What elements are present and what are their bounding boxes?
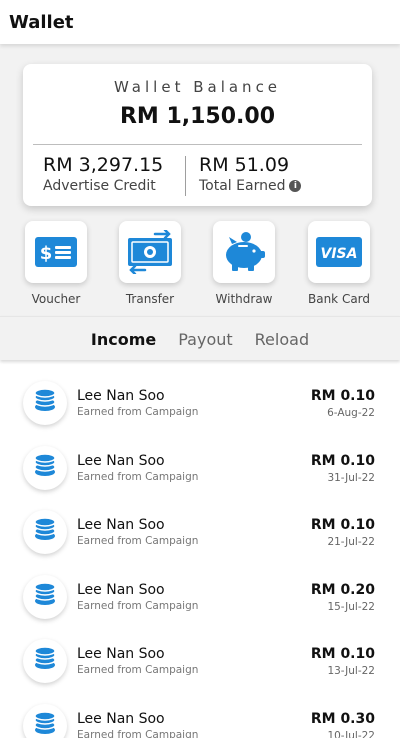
transaction-row[interactable]: Lee Nan Soo Earned from Campaign RM 0.10 6-…	[0, 373, 400, 438]
transaction-amount: RM 0.20	[310, 581, 375, 598]
coins-avatar	[23, 381, 67, 425]
transaction-row[interactable]: Lee Nan Soo Earned from Campaign RM 0.20 15…	[0, 567, 400, 632]
wallet-balance-card: Wallet Balance RM 1,150.00 RM 3,297.15 A…	[23, 64, 372, 206]
transaction-name: Lee Nan Soo	[77, 452, 165, 469]
transaction-description: Earned from Campaign	[77, 599, 199, 612]
transfer-icon	[128, 230, 172, 274]
transfer-label: Transfer	[125, 292, 175, 306]
coins-avatar	[23, 574, 67, 619]
svg-text:$: $	[40, 243, 53, 264]
wallet-actions: $ Voucher Transfer Withdraw VISA Bank Ca…	[0, 221, 400, 311]
coins-icon	[32, 517, 58, 547]
tab-income[interactable]: Income	[91, 328, 156, 349]
transaction-description: Earned from Campaign	[77, 728, 199, 738]
divider	[185, 156, 186, 196]
total-earned-label: Total Earned	[199, 178, 286, 194]
transaction-date: 10-Jul-22	[327, 729, 375, 738]
advertise-credit-label: Advertise Credit	[43, 178, 156, 194]
transaction-date: 13-Jul-22	[327, 665, 375, 677]
coins-icon	[32, 710, 58, 738]
transaction-date: 6-Aug-22	[327, 407, 375, 419]
transaction-name: Lee Nan Soo	[77, 388, 165, 404]
visa-card-icon: VISA	[316, 237, 362, 267]
total-earned-amount: RM 51.09	[199, 154, 290, 176]
transaction-date: 31-Jul-22	[327, 471, 375, 484]
coins-avatar	[23, 445, 67, 490]
info-icon[interactable]: i	[289, 180, 302, 192]
total-earned-stat: RM 51.09 Total Earned i	[199, 154, 302, 194]
transaction-date: 15-Jul-22	[327, 600, 375, 613]
transaction-amount: RM 0.10	[310, 517, 375, 533]
advertise-credit-stat: RM 3,297.15 Advertise Credit	[43, 154, 163, 194]
transaction-row[interactable]: Lee Nan Soo Earned from Campaign RM 0.10 13…	[0, 631, 400, 696]
transaction-description: Earned from Campaign	[77, 406, 199, 418]
bank-card-label: Bank Card	[307, 292, 371, 306]
transaction-name: Lee Nan Soo	[77, 646, 165, 662]
coins-avatar	[23, 639, 67, 683]
wallet-balance-label: Wallet Balance	[113, 78, 282, 96]
tab-payout[interactable]: Payout	[178, 328, 232, 349]
withdraw-button[interactable]: Withdraw	[204, 221, 284, 306]
transaction-amount: RM 0.10	[310, 646, 375, 662]
transaction-amount: RM 0.10	[310, 388, 375, 404]
coins-icon	[32, 646, 58, 676]
coins-icon	[32, 388, 58, 418]
coins-icon	[32, 452, 58, 483]
voucher-label: Voucher	[31, 292, 81, 306]
bank-card-button[interactable]: VISA Bank Card	[299, 221, 379, 306]
transaction-description: Earned from Campaign	[77, 470, 199, 483]
voucher-button[interactable]: $ Voucher	[16, 221, 96, 306]
transaction-row[interactable]: Lee Nan Soo Earned from Campaign RM 0.10 31…	[0, 438, 400, 503]
transaction-description: Earned from Campaign	[77, 664, 199, 676]
wallet-balance-amount: RM 1,150.00	[119, 104, 276, 129]
visa-text: VISA	[321, 246, 358, 262]
tab-reload[interactable]: Reload	[255, 328, 309, 349]
transaction-name: Lee Nan Soo	[77, 581, 165, 598]
divider	[33, 144, 362, 145]
transaction-date: 21-Jul-22	[327, 536, 375, 548]
transaction-name: Lee Nan Soo	[77, 517, 165, 533]
coins-avatar	[23, 510, 67, 554]
coins-avatar	[23, 703, 67, 738]
transaction-row[interactable]: Lee Nan Soo Earned from Campaign RM 0.30 10…	[0, 696, 400, 738]
app-bar: Wallet	[0, 0, 400, 44]
transaction-tabs: Income Payout Reload	[0, 316, 400, 360]
page-title: Wallet	[9, 11, 74, 33]
coins-icon	[32, 581, 58, 612]
transaction-amount: RM 0.30	[310, 710, 375, 727]
voucher-icon: $	[35, 237, 77, 267]
transaction-amount: RM 0.10	[310, 452, 375, 469]
transaction-list: Lee Nan Soo Earned from Campaign RM 0.10 6-…	[0, 373, 400, 738]
piggy-bank-icon	[226, 232, 265, 271]
advertise-credit-amount: RM 3,297.15	[43, 154, 164, 176]
transaction-row[interactable]: Lee Nan Soo Earned from Campaign RM 0.10 21…	[0, 502, 400, 567]
transfer-button[interactable]: Transfer	[110, 221, 190, 306]
transaction-description: Earned from Campaign	[77, 535, 199, 547]
transaction-name: Lee Nan Soo	[77, 710, 165, 727]
withdraw-label: Withdraw	[215, 292, 273, 306]
